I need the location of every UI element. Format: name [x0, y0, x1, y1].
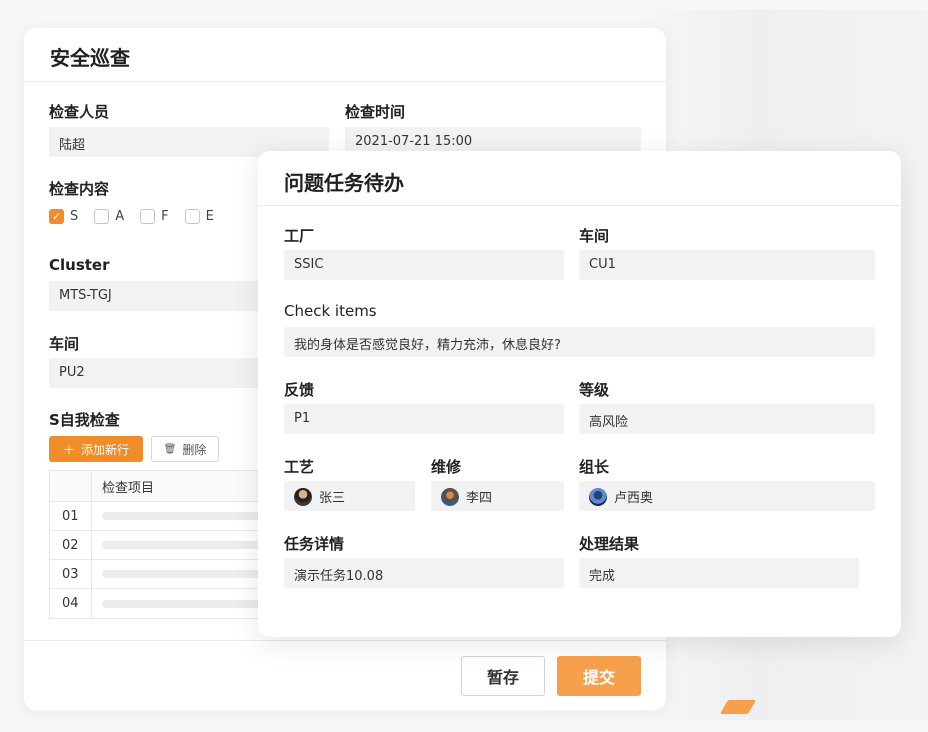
workshop-field[interactable]: CU1: [579, 250, 875, 280]
checkbox-unchecked-icon: [94, 209, 110, 224]
self-check-label: S自我检查: [49, 411, 120, 429]
inspection-content-label: 检查内容: [49, 180, 110, 198]
save-draft-button[interactable]: 暂存: [461, 656, 545, 696]
process-label: 工艺: [284, 458, 315, 476]
factory-field[interactable]: SSIC: [284, 250, 564, 280]
checkbox-e[interactable]: E: [184, 209, 214, 224]
leader-label: 组长: [579, 458, 610, 476]
avatar: [441, 488, 459, 506]
checkbox-a[interactable]: A: [94, 209, 124, 224]
workshop-label: 车间: [579, 227, 610, 245]
checkbox-checked-icon: ✓: [49, 209, 64, 224]
cluster-label: Cluster: [49, 256, 110, 274]
leader-person-field[interactable]: 卢西奥: [579, 481, 875, 511]
result-label: 处理结果: [579, 535, 640, 553]
level-field[interactable]: 高风险: [579, 404, 875, 434]
task-detail-label: 任务详情: [284, 535, 345, 553]
process-person-field[interactable]: 张三: [284, 481, 415, 511]
feedback-field[interactable]: P1: [284, 404, 564, 434]
checkbox-s[interactable]: ✓ S: [49, 209, 78, 224]
avatar: [294, 488, 312, 506]
form-footer: 暂存 提交: [24, 640, 666, 710]
maintenance-label: 维修: [431, 458, 462, 476]
delete-button[interactable]: 🗑 删除: [151, 436, 219, 462]
inspector-label: 检查人员: [49, 103, 110, 121]
check-items-label: Check items: [284, 302, 377, 320]
check-items-field[interactable]: 我的身体是否感觉良好，精力充沛，休息良好?: [284, 327, 875, 357]
row-number: 01: [50, 502, 92, 530]
submit-button[interactable]: 提交: [557, 656, 641, 696]
row-number: 03: [50, 560, 92, 588]
panel-title: 问题任务待办: [258, 151, 901, 206]
maintenance-person-field[interactable]: 李四: [431, 481, 564, 511]
checkbox-unchecked-icon: [184, 209, 200, 224]
level-label: 等级: [579, 381, 610, 399]
trash-icon: 🗑: [163, 443, 177, 455]
issue-task-todo-panel: 问题任务待办 工厂 SSIC 车间 CU1 Check items 我的身体是否…: [258, 151, 901, 637]
panel-title: 安全巡查: [24, 28, 666, 82]
row-number: 02: [50, 531, 92, 559]
task-detail-field[interactable]: 演示任务10.08: [284, 558, 564, 588]
inspection-time-label: 检查时间: [345, 103, 406, 121]
workshop-label: 车间: [49, 335, 80, 353]
add-row-button[interactable]: ＋ 添加新行: [49, 436, 143, 462]
factory-label: 工厂: [284, 227, 315, 245]
checkbox-f[interactable]: F: [140, 209, 169, 224]
avatar: [589, 488, 607, 506]
row-number: 04: [50, 589, 92, 618]
inspection-content-checkboxes: ✓ S A F E: [49, 209, 214, 224]
feedback-label: 反馈: [284, 381, 315, 399]
plus-icon: ＋: [62, 442, 75, 457]
checkbox-unchecked-icon: [140, 209, 156, 224]
result-field[interactable]: 完成: [579, 558, 859, 588]
